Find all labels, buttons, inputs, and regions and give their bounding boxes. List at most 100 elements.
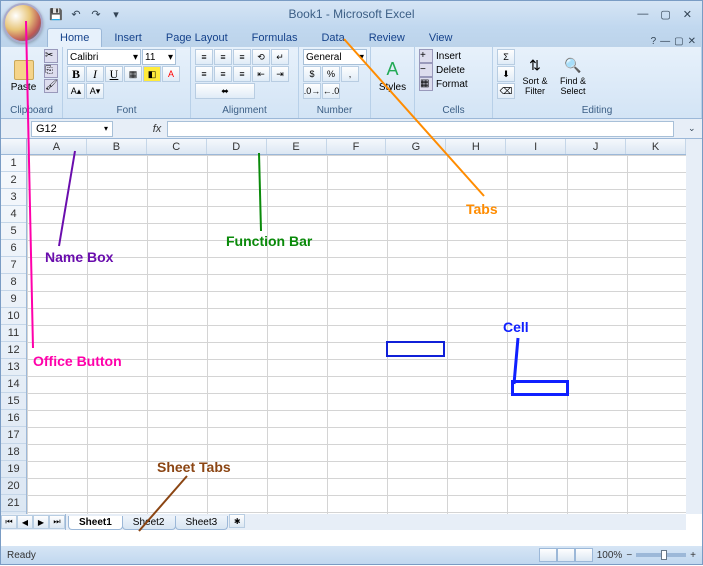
column-header-E[interactable]: E [267,139,327,154]
fx-button[interactable]: fx [147,121,167,137]
selected-cell[interactable] [386,341,445,357]
paste-button[interactable]: Paste [5,49,42,103]
autosum-icon[interactable]: Σ [497,49,515,65]
sheet-nav-prev-icon[interactable]: ◀ [17,515,33,529]
orientation-icon[interactable]: ⟲ [252,49,270,65]
sheet-tab-sheet2[interactable]: Sheet2 [122,516,176,530]
row-header-12[interactable]: 12 [1,342,26,359]
column-header-G[interactable]: G [386,139,446,154]
column-header-J[interactable]: J [566,139,626,154]
increase-decimal-icon[interactable]: .0→ [303,83,321,99]
sheet-tab-sheet1[interactable]: Sheet1 [68,516,123,530]
delete-cells-button[interactable]: Delete [434,65,465,76]
close-icon[interactable]: ✕ [679,8,696,21]
page-layout-view-icon[interactable] [557,548,575,562]
restore-window-icon[interactable]: ▢ [674,36,683,47]
row-header-14[interactable]: 14 [1,376,26,393]
maximize-icon[interactable]: ▢ [656,8,674,21]
border-button[interactable]: ▦ [124,66,142,82]
row-header-3[interactable]: 3 [1,189,26,206]
zoom-level[interactable]: 100% [597,550,623,561]
row-header-20[interactable]: 20 [1,478,26,495]
save-icon[interactable]: 💾 [47,5,65,23]
row-header-8[interactable]: 8 [1,274,26,291]
tab-insert[interactable]: Insert [102,29,154,47]
row-header-21[interactable]: 21 [1,495,26,512]
italic-button[interactable]: I [86,66,104,82]
row-header-1[interactable]: 1 [1,155,26,172]
name-box[interactable]: G12▾ [31,121,113,137]
font-color-button[interactable]: A [162,66,180,82]
select-all-corner[interactable] [1,139,27,155]
delete-cells-icon[interactable]: − [419,63,433,77]
row-header-9[interactable]: 9 [1,291,26,308]
minimize-icon[interactable]: — [633,8,652,21]
fill-icon[interactable]: ⬇ [497,66,515,82]
insert-cells-button[interactable]: Insert [434,51,461,62]
align-bottom-icon[interactable]: ≡ [233,49,251,65]
insert-cells-icon[interactable]: + [419,49,433,63]
align-top-icon[interactable]: ≡ [195,49,213,65]
sheet-nav-next-icon[interactable]: ▶ [33,515,49,529]
tab-view[interactable]: View [417,29,465,47]
align-left-icon[interactable]: ≡ [195,66,213,82]
column-header-D[interactable]: D [207,139,267,154]
row-header-2[interactable]: 2 [1,172,26,189]
close-workbook-icon[interactable]: ✕ [688,36,696,47]
comma-icon[interactable]: , [341,66,359,82]
sheet-nav-last-icon[interactable]: ⏭ [49,515,65,529]
row-header-7[interactable]: 7 [1,257,26,274]
styles-button[interactable]: A Styles [375,49,410,103]
shrink-font-icon[interactable]: A▾ [86,83,104,99]
expand-formula-bar-icon[interactable]: ⌄ [688,123,700,135]
row-header-11[interactable]: 11 [1,325,26,342]
row-header-10[interactable]: 10 [1,308,26,325]
undo-icon[interactable]: ↶ [67,5,85,23]
format-cells-icon[interactable]: ▦ [419,77,433,91]
align-right-icon[interactable]: ≡ [233,66,251,82]
copy-icon[interactable]: ⎘ [44,64,58,78]
help-icon[interactable]: ? [651,36,657,47]
number-format-combo[interactable]: General▾ [303,49,367,65]
row-header-6[interactable]: 6 [1,240,26,257]
column-header-C[interactable]: C [147,139,207,154]
tab-data[interactable]: Data [309,29,356,47]
decrease-decimal-icon[interactable]: ←.0 [322,83,340,99]
column-header-I[interactable]: I [506,139,566,154]
row-header-15[interactable]: 15 [1,393,26,410]
sort-filter-button[interactable]: ⇅ Sort & Filter [517,49,553,103]
row-header-17[interactable]: 17 [1,427,26,444]
tab-home[interactable]: Home [47,28,102,47]
column-header-K[interactable]: K [626,139,686,154]
fill-color-button[interactable]: ◧ [143,66,161,82]
increase-indent-icon[interactable]: ⇥ [271,66,289,82]
formula-input[interactable] [167,121,674,137]
minimize-ribbon-icon[interactable]: — [660,36,670,47]
new-sheet-icon[interactable]: ✱ [229,514,245,528]
row-header-16[interactable]: 16 [1,410,26,427]
row-header-18[interactable]: 18 [1,444,26,461]
cut-icon[interactable]: ✂ [44,49,58,63]
decrease-indent-icon[interactable]: ⇤ [252,66,270,82]
cells-area[interactable] [27,155,686,514]
column-header-H[interactable]: H [446,139,506,154]
percent-icon[interactable]: % [322,66,340,82]
column-header-B[interactable]: B [87,139,147,154]
font-name-combo[interactable]: Calibri▾ [67,49,141,65]
tab-review[interactable]: Review [357,29,417,47]
format-painter-icon[interactable]: 🖌 [44,79,58,93]
font-size-combo[interactable]: 11▾ [142,49,176,65]
align-center-icon[interactable]: ≡ [214,66,232,82]
tab-formulas[interactable]: Formulas [240,29,310,47]
page-break-view-icon[interactable] [575,548,593,562]
zoom-out-icon[interactable]: − [626,550,632,561]
column-header-F[interactable]: F [327,139,387,154]
clear-icon[interactable]: ⌫ [497,83,515,99]
sheet-nav-first-icon[interactable]: ⏮ [1,515,17,529]
align-middle-icon[interactable]: ≡ [214,49,232,65]
currency-icon[interactable]: $ [303,66,321,82]
column-header-A[interactable]: A [27,139,87,154]
zoom-in-icon[interactable]: + [690,550,696,561]
vertical-scrollbar[interactable] [686,139,702,514]
find-select-button[interactable]: 🔍 Find & Select [555,49,591,103]
